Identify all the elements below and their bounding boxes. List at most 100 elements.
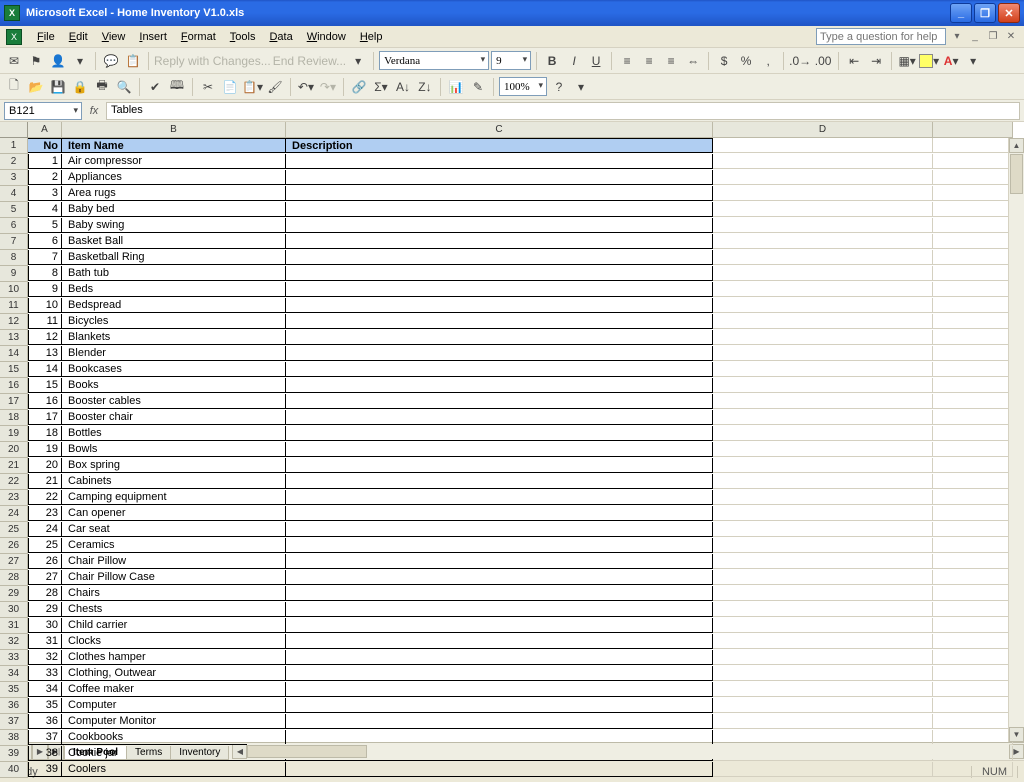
cell-E10[interactable]	[933, 282, 1013, 297]
font-size-combo[interactable]: 9	[491, 51, 531, 70]
row-header-33[interactable]: 33	[0, 650, 28, 666]
row-header-31[interactable]: 31	[0, 618, 28, 634]
hyperlink-button[interactable]: 🔗	[349, 77, 369, 97]
cell-E36[interactable]	[933, 698, 1013, 713]
cell-E35[interactable]	[933, 682, 1013, 697]
cell-D25[interactable]	[713, 522, 933, 537]
cell-E2[interactable]	[933, 154, 1013, 169]
cell-A39[interactable]: 38	[28, 746, 62, 761]
cell-D20[interactable]	[713, 442, 933, 457]
cell-C25[interactable]	[286, 522, 713, 537]
cell-C27[interactable]	[286, 554, 713, 569]
cell-A12[interactable]: 11	[28, 314, 62, 329]
cell-A26[interactable]: 25	[28, 538, 62, 553]
increase-indent-button[interactable]: ⇥	[866, 51, 886, 71]
cell-D10[interactable]	[713, 282, 933, 297]
mdi-restore-button[interactable]: ❐	[986, 30, 1000, 44]
row-header-27[interactable]: 27	[0, 554, 28, 570]
cell-D6[interactable]	[713, 218, 933, 233]
col-header-B[interactable]: B	[62, 122, 286, 138]
cell-A28[interactable]: 27	[28, 570, 62, 585]
row-header-28[interactable]: 28	[0, 570, 28, 586]
bold-button[interactable]: B	[542, 51, 562, 71]
cell-B16[interactable]: Books	[62, 378, 286, 393]
currency-button[interactable]: $	[714, 51, 734, 71]
contacts-dropdown-icon[interactable]: ▾	[70, 51, 90, 71]
toolbar-options-icon[interactable]: ▾	[348, 51, 368, 71]
cell-E31[interactable]	[933, 618, 1013, 633]
cell-B13[interactable]: Blankets	[62, 330, 286, 345]
cell-A9[interactable]: 8	[28, 266, 62, 281]
cell-E5[interactable]	[933, 202, 1013, 217]
cell-C3[interactable]	[286, 170, 713, 185]
cell-E14[interactable]	[933, 346, 1013, 361]
cell-D15[interactable]	[713, 362, 933, 377]
row-header-20[interactable]: 20	[0, 442, 28, 458]
cell-E25[interactable]	[933, 522, 1013, 537]
flag-icon[interactable]: ⚑	[26, 51, 46, 71]
fx-icon[interactable]: fx	[82, 105, 106, 117]
cell-B25[interactable]: Car seat	[62, 522, 286, 537]
cell-C11[interactable]	[286, 298, 713, 313]
col-header-extra[interactable]	[933, 122, 1013, 138]
increase-decimal-button[interactable]: .0→	[789, 51, 811, 71]
cell-D31[interactable]	[713, 618, 933, 633]
cell-E18[interactable]	[933, 410, 1013, 425]
cell-B4[interactable]: Area rugs	[62, 186, 286, 201]
comma-button[interactable]: ,	[758, 51, 778, 71]
cell-E30[interactable]	[933, 602, 1013, 617]
cell-D30[interactable]	[713, 602, 933, 617]
cell-B33[interactable]: Clothes hamper	[62, 650, 286, 665]
cell-C26[interactable]	[286, 538, 713, 553]
cell-D18[interactable]	[713, 410, 933, 425]
cell-C22[interactable]	[286, 474, 713, 489]
cell-B18[interactable]: Booster chair	[62, 410, 286, 425]
cell-C30[interactable]	[286, 602, 713, 617]
cell-D27[interactable]	[713, 554, 933, 569]
cell-E3[interactable]	[933, 170, 1013, 185]
cell-B11[interactable]: Bedspread	[62, 298, 286, 313]
italic-button[interactable]: I	[564, 51, 584, 71]
cell-D13[interactable]	[713, 330, 933, 345]
align-right-button[interactable]: ≡	[661, 51, 681, 71]
cell-D8[interactable]	[713, 250, 933, 265]
cell-E15[interactable]	[933, 362, 1013, 377]
cell-E21[interactable]	[933, 458, 1013, 473]
cell-C21[interactable]	[286, 458, 713, 473]
row-header-29[interactable]: 29	[0, 586, 28, 602]
cell-D7[interactable]	[713, 234, 933, 249]
cell-A34[interactable]: 33	[28, 666, 62, 681]
cell-B14[interactable]: Blender	[62, 346, 286, 361]
cell-C33[interactable]	[286, 650, 713, 665]
cell-D23[interactable]	[713, 490, 933, 505]
row-header-10[interactable]: 10	[0, 282, 28, 298]
cell-E22[interactable]	[933, 474, 1013, 489]
row-header-5[interactable]: 5	[0, 202, 28, 218]
cell-C31[interactable]	[286, 618, 713, 633]
cell-E29[interactable]	[933, 586, 1013, 601]
header-item-name[interactable]: Item Name	[62, 138, 286, 153]
menu-tools[interactable]: Tools	[223, 29, 263, 45]
cell-D24[interactable]	[713, 506, 933, 521]
cell-E6[interactable]	[933, 218, 1013, 233]
toolbar-options-icon-2[interactable]: ▾	[963, 51, 983, 71]
cell-E8[interactable]	[933, 250, 1013, 265]
row-header-9[interactable]: 9	[0, 266, 28, 282]
cell-E33[interactable]	[933, 650, 1013, 665]
cell-A15[interactable]: 14	[28, 362, 62, 377]
cell-C8[interactable]	[286, 250, 713, 265]
cell-B37[interactable]: Computer Monitor	[62, 714, 286, 729]
cell-B27[interactable]: Chair Pillow	[62, 554, 286, 569]
maximize-button[interactable]: ❐	[974, 3, 996, 23]
cell-B19[interactable]: Bottles	[62, 426, 286, 441]
menu-data[interactable]: Data	[262, 29, 299, 45]
cell-B23[interactable]: Camping equipment	[62, 490, 286, 505]
cell-A38[interactable]: 37	[28, 730, 62, 745]
insert-comment-icon[interactable]: 💬	[101, 51, 121, 71]
col-header-A[interactable]: A	[28, 122, 62, 138]
cell-A11[interactable]: 10	[28, 298, 62, 313]
horizontal-scroll-thumb[interactable]	[247, 745, 367, 758]
cell-D29[interactable]	[713, 586, 933, 601]
cell-B15[interactable]: Bookcases	[62, 362, 286, 377]
cell-A29[interactable]: 28	[28, 586, 62, 601]
